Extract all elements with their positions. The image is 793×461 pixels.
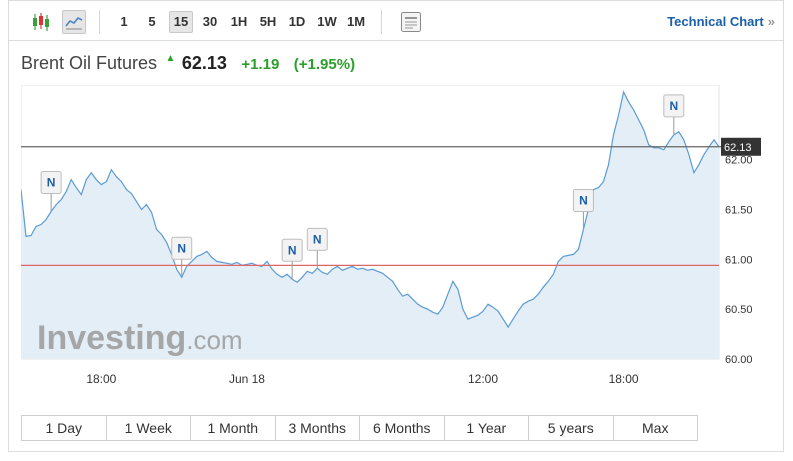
last-price: 62.13 [181, 53, 227, 73]
news-marker-label: N [177, 241, 186, 255]
chart-toolbar: 1 5 15 30 1H 5H 1D 1W 1M Technical Chart… [9, 1, 783, 41]
range-3-months[interactable]: 3 Months [274, 415, 360, 441]
interval-1d[interactable]: 1D [286, 11, 308, 33]
x-tick-label: 18:00 [609, 372, 639, 386]
up-arrow-icon: ▲ [165, 53, 176, 64]
y-tick-label: 60.50 [725, 304, 753, 316]
price-change-percent: (+1.95%) [293, 56, 356, 73]
range-1-day[interactable]: 1 Day [21, 415, 107, 441]
technical-chart-label: Technical Chart [667, 14, 764, 29]
instrument-name: Brent Oil Futures [21, 53, 158, 73]
news-marker-label: N [669, 99, 678, 113]
range-5-years[interactable]: 5 years [528, 415, 614, 441]
news-marker-label: N [47, 176, 56, 190]
time-range-selector: 1 Day 1 Week 1 Month 3 Months 6 Months 1… [21, 415, 698, 441]
investing-watermark: Investing.com [37, 319, 243, 357]
line-chart-icon[interactable] [62, 10, 86, 34]
x-tick-label: 12:00 [468, 372, 498, 386]
news-marker-label: N [579, 193, 588, 207]
interval-15[interactable]: 15 [169, 11, 193, 33]
range-1-year[interactable]: 1 Year [443, 415, 529, 441]
x-tick-label: Jun 18 [229, 372, 265, 386]
range-max[interactable]: Max [612, 415, 698, 441]
layout-icon[interactable] [399, 10, 423, 34]
y-tick-label: 61.00 [725, 254, 753, 266]
interval-1h[interactable]: 1H [228, 11, 250, 33]
interval-5h[interactable]: 5H [257, 11, 279, 33]
y-tick-label: 62.00 [725, 155, 753, 167]
y-tick-label: 61.50 [725, 205, 753, 217]
last-price-badge-label: 62.13 [724, 142, 752, 154]
candlestick-chart-icon[interactable] [29, 10, 53, 34]
interval-5[interactable]: 5 [145, 11, 159, 33]
news-marker-label: N [313, 232, 322, 246]
y-tick-label: 60.00 [725, 354, 753, 366]
price-chart[interactable]: 60.00 60.50 61.00 61.50 62.0062.13 18:00 Jun 1… [21, 85, 773, 401]
price-change: +1.19 [241, 56, 280, 73]
interval-1[interactable]: 1 [117, 11, 131, 33]
quote-header: Brent Oil Futures ▲ 62.13 +1.19 (+1.95%) [21, 53, 355, 77]
range-6-months[interactable]: 6 Months [359, 415, 445, 441]
chart-widget: 1 5 15 30 1H 5H 1D 1W 1M Technical Chart… [8, 0, 784, 452]
x-tick-label: 18:00 [86, 372, 116, 386]
interval-1m[interactable]: 1M [344, 11, 368, 33]
range-1-week[interactable]: 1 Week [105, 415, 191, 441]
interval-1w[interactable]: 1W [315, 11, 339, 33]
toolbar-divider [99, 10, 100, 34]
range-1-month[interactable]: 1 Month [190, 415, 276, 441]
toolbar-divider [381, 10, 382, 34]
news-marker-label: N [288, 243, 297, 257]
technical-chart-link[interactable]: Technical Chart» [667, 14, 775, 29]
interval-30[interactable]: 30 [199, 11, 221, 33]
double-chevron-right-icon: » [767, 14, 775, 29]
